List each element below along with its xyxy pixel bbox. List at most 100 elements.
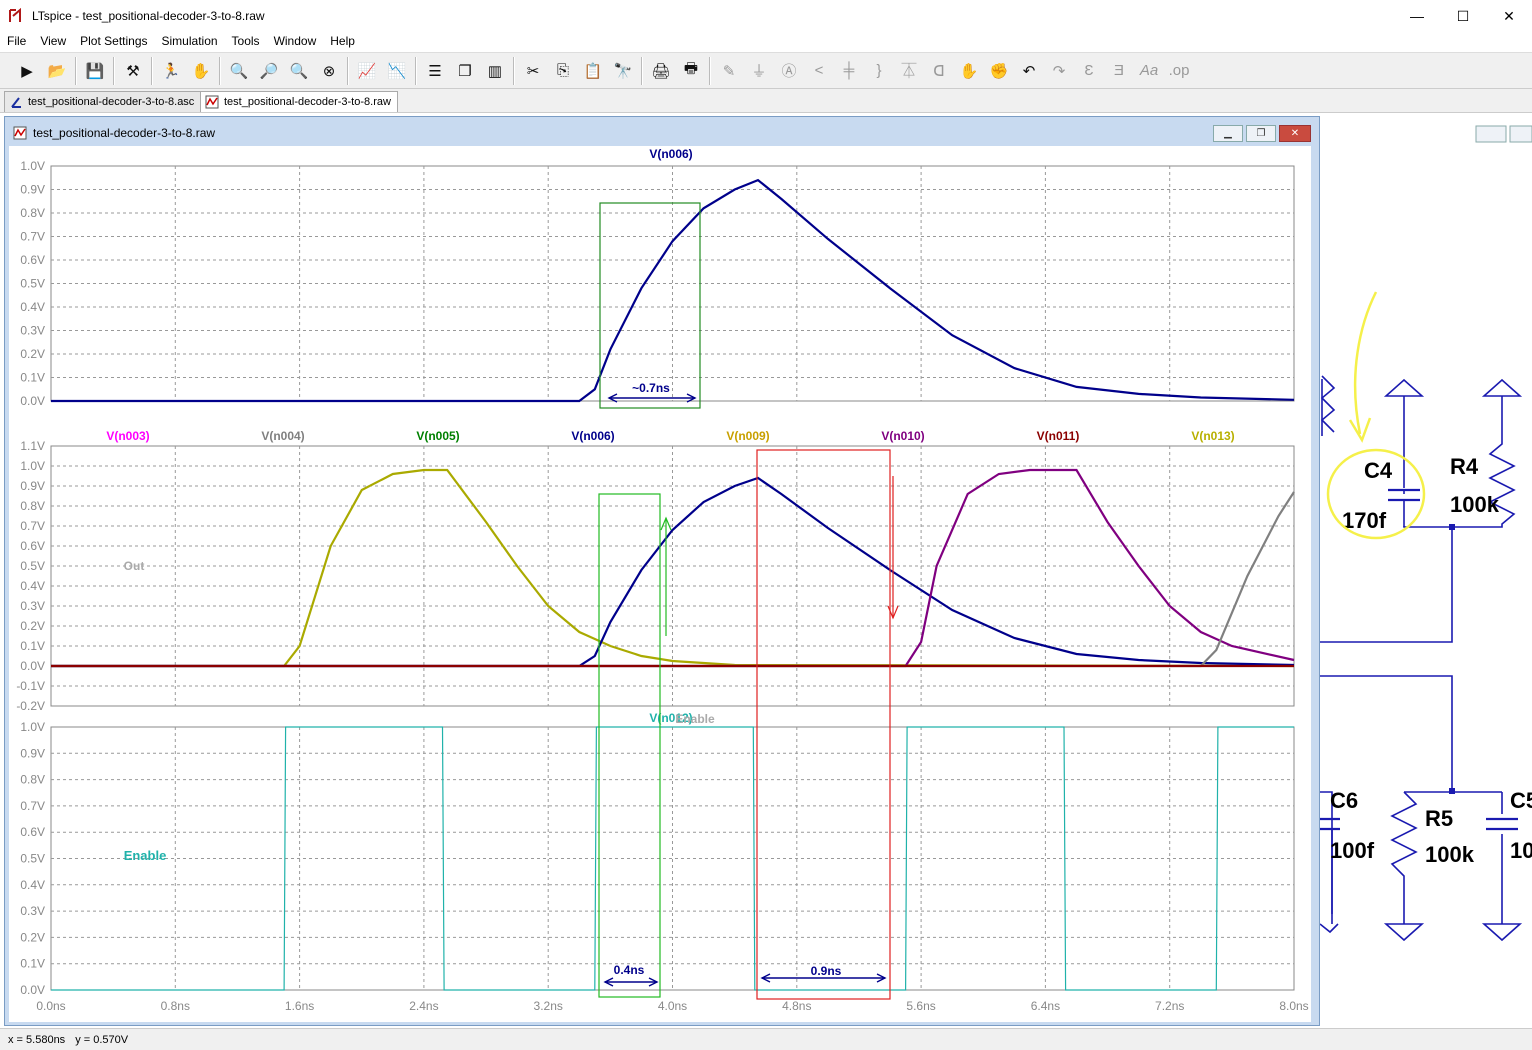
label-icon[interactable]: Ⓐ: [775, 57, 803, 85]
x-tick-label: 0.8ns: [161, 999, 190, 1013]
zoom-in-icon[interactable]: 🔍: [225, 57, 253, 85]
y-tick-label: -0.2V: [16, 699, 45, 713]
net-label-enable: Enable: [124, 848, 167, 863]
redo-icon[interactable]: ↷: [1045, 57, 1073, 85]
find-icon[interactable]: 🔭: [609, 57, 637, 85]
capacitor-icon[interactable]: ╪: [835, 57, 863, 85]
zoom-fit-icon[interactable]: ⊗: [315, 57, 343, 85]
waveform-plot-area[interactable]: 1.0V 0.9V 0.8V 0.7V 0.6V 0.5V 0.4V 0.3V 0.2V 0.1V…: [9, 146, 1311, 1022]
tile-horizontal-icon[interactable]: ☰: [421, 57, 449, 85]
x-tick-label: 3.2ns: [534, 999, 563, 1013]
x-tick-label: 7.2ns: [1155, 999, 1184, 1013]
waveform-close-button[interactable]: ✕: [1279, 125, 1311, 142]
legend-entry: V(n013): [1191, 429, 1234, 443]
y-tick-label: 0.4V: [20, 878, 45, 892]
menu-file[interactable]: File: [0, 32, 33, 51]
c5-ref-label: C5: [1510, 788, 1532, 813]
status-bar: x = 5.580ns y = 0.570V: [0, 1028, 1532, 1050]
mirror-icon[interactable]: Ǝ: [1105, 57, 1133, 85]
pan-icon[interactable]: ✋: [187, 57, 215, 85]
print-icon[interactable]: 🖨: [647, 57, 675, 85]
measure-label-rise: ~0.7ns: [632, 381, 670, 395]
y-tick-label: 0.7V: [20, 230, 45, 244]
resistor-icon[interactable]: <: [805, 57, 833, 85]
y-tick-label: 0.9V: [20, 746, 45, 760]
y-tick-label: 0.5V: [20, 559, 45, 573]
legend-entry: V(n005): [416, 429, 459, 443]
x-tick-label: 0.0ns: [36, 999, 65, 1013]
tile-vertical-icon[interactable]: ▥: [481, 57, 509, 85]
text-icon[interactable]: Aa: [1135, 57, 1163, 85]
c5-value-label: 10: [1510, 838, 1532, 863]
y-tick-label: 0.8V: [20, 773, 45, 787]
schematic-window: C4 170f R4 100k C6 100f R5 100k C5 10: [1320, 114, 1532, 1026]
window-title: LTspice - test_positional-decoder-3-to-8…: [32, 9, 265, 23]
c4-ref-label: C4: [1364, 458, 1393, 483]
drag-icon[interactable]: ✊: [985, 57, 1013, 85]
halt-icon[interactable]: 🏃: [157, 57, 185, 85]
cut-icon[interactable]: ✂: [519, 57, 547, 85]
waveform-icon: [205, 95, 219, 109]
inductor-icon[interactable]: }: [865, 57, 893, 85]
manual-limits-icon[interactable]: 📉: [383, 57, 411, 85]
y-tick-label: 0.5V: [20, 277, 45, 291]
y-tick-label: 0.6V: [20, 825, 45, 839]
cascade-icon[interactable]: ❐: [451, 57, 479, 85]
y-tick-label: 0.8V: [20, 206, 45, 220]
menu-bar: File View Plot Settings Simulation Tools…: [0, 32, 1532, 51]
maximize-button[interactable]: ☐: [1440, 0, 1486, 32]
menu-window[interactable]: Window: [267, 32, 324, 51]
y-tick-label: 0.9V: [20, 183, 45, 197]
legend-entry: V(n011): [1037, 429, 1080, 443]
wire-icon[interactable]: ✎: [715, 57, 743, 85]
menu-tools[interactable]: Tools: [225, 32, 267, 51]
waveform-restore-button[interactable]: ❐: [1246, 125, 1276, 142]
print-preview-icon[interactable]: 🖶: [677, 57, 705, 85]
toolbar: ▶ 📂 💾 ⚒ 🏃 ✋ 🔍 🔎 🔍 ⊗ 📈 📉 ☰ ❐ ▥ ✂ ⎘ 📋 🔭 🖨 …: [0, 52, 1532, 89]
x-tick-label: 4.0ns: [658, 999, 687, 1013]
junction-dot: [1449, 524, 1455, 530]
junction-dot: [1449, 788, 1455, 794]
menu-simulation[interactable]: Simulation: [155, 32, 225, 51]
cursor-x-readout: x = 5.580ns: [8, 1033, 66, 1046]
y-tick-label: 0.1V: [20, 639, 45, 653]
zoom-area-icon[interactable]: 🔎: [255, 57, 283, 85]
run-icon[interactable]: ▶: [13, 57, 41, 85]
save-icon[interactable]: 💾: [81, 57, 109, 85]
waveform-minimize-button[interactable]: ▁: [1213, 125, 1243, 142]
paste-icon[interactable]: 📋: [579, 57, 607, 85]
rotate-icon[interactable]: Ɛ: [1075, 57, 1103, 85]
y-tick-label: 0.8V: [20, 499, 45, 513]
y-tick-label: 0.3V: [20, 324, 45, 338]
waveform-window-titlebar: test_positional-decoder-3-to-8.raw: [5, 117, 1319, 149]
minimize-button[interactable]: —: [1394, 0, 1440, 32]
autorange-icon[interactable]: 📈: [353, 57, 381, 85]
open-icon[interactable]: 📂: [43, 57, 71, 85]
x-tick-label: 1.6ns: [285, 999, 314, 1013]
title-bar: LTspice - test_positional-decoder-3-to-8…: [0, 0, 1532, 32]
legend-entry: V(n003): [106, 429, 149, 443]
menu-plot-settings[interactable]: Plot Settings: [73, 32, 154, 51]
ground-icon[interactable]: ⏚: [745, 57, 773, 85]
schematic-minimize-button[interactable]: [1475, 125, 1507, 143]
close-button[interactable]: ✕: [1486, 0, 1532, 32]
menu-help[interactable]: Help: [323, 32, 362, 51]
move-icon[interactable]: ✋: [955, 57, 983, 85]
undo-icon[interactable]: ↶: [1015, 57, 1043, 85]
y-tick-label: 0.4V: [20, 579, 45, 593]
y-tick-label: 0.2V: [20, 347, 45, 361]
x-tick-label: 6.4ns: [1031, 999, 1060, 1013]
menu-view[interactable]: View: [33, 32, 73, 51]
tab-label: test_positional-decoder-3-to-8.raw: [224, 96, 391, 108]
spice-directive-icon[interactable]: .op: [1165, 57, 1193, 85]
schematic-maximize-button[interactable]: [1509, 125, 1532, 143]
tab-waveform[interactable]: test_positional-decoder-3-to-8.raw: [200, 91, 398, 112]
diode-icon[interactable]: ⏄: [895, 57, 923, 85]
tab-schematic[interactable]: test_positional-decoder-3-to-8.asc: [4, 91, 202, 112]
zoom-out-icon[interactable]: 🔍: [285, 57, 313, 85]
schematic-icon: [9, 95, 23, 109]
r4-value-label: 100k: [1450, 492, 1500, 517]
control-panel-icon[interactable]: ⚒: [119, 57, 147, 85]
copy-icon[interactable]: ⎘: [549, 57, 577, 85]
component-icon[interactable]: ᗡ: [925, 57, 953, 85]
